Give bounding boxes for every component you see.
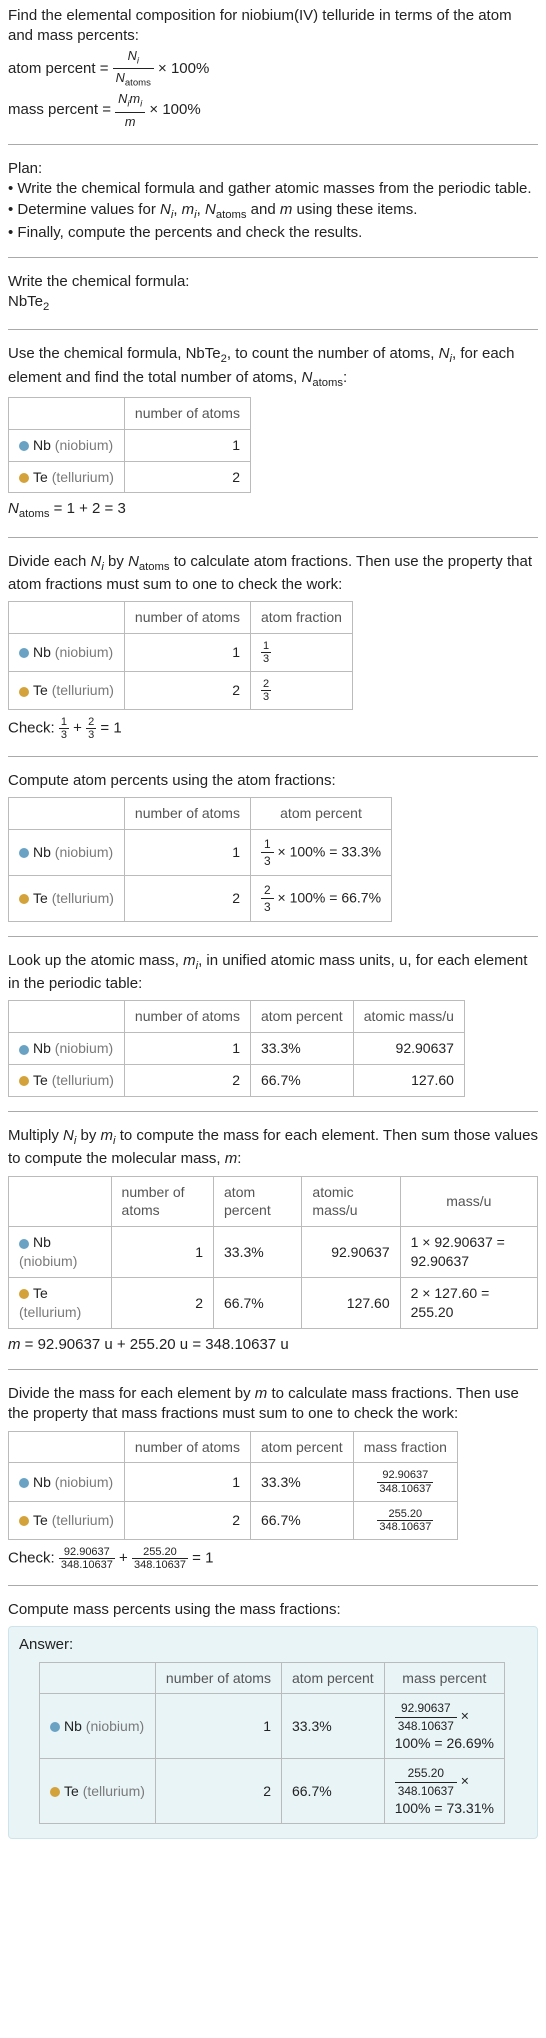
divider	[8, 537, 538, 538]
divider	[8, 144, 538, 145]
atom-percent-formula: atom percent = Ni Natoms × 100%	[8, 47, 538, 91]
color-dot-icon	[19, 648, 29, 658]
table-row: Te (tellurium)266.7%127.60	[9, 1065, 465, 1097]
divider	[8, 1111, 538, 1112]
atom-fraction-check: Check: 13 + 23 = 1	[8, 716, 538, 741]
table-row: Te (tellurium)266.7%127.602 × 127.60 = 2…	[9, 1278, 538, 1329]
divider	[8, 257, 538, 258]
answer-box: Answer: number of atomsatom percentmass …	[8, 1626, 538, 1839]
table-row: Nb (niobium)133.3%92.906371 × 92.90637 =…	[9, 1227, 538, 1278]
answer-table: number of atomsatom percentmass percent …	[39, 1662, 505, 1825]
table-row: Te (tellurium)266.7%255.20348.10637 × 10…	[40, 1759, 505, 1824]
intro-text: Find the elemental composition for niobi…	[8, 6, 538, 47]
divider	[8, 936, 538, 937]
step-formula-value: NbTe2	[8, 292, 538, 315]
divider	[8, 1585, 538, 1586]
answer-label: Answer:	[19, 1635, 527, 1655]
table-row: Nb (niobium)133.3%92.90637348.10637	[9, 1463, 458, 1501]
n-atoms-sum: Natoms = 1 + 2 = 3	[8, 499, 538, 522]
divider	[8, 1369, 538, 1370]
atom-percent-table: number of atomsatom percent Nb (niobium)…	[8, 797, 392, 922]
plan-line-3: • Finally, compute the percents and chec…	[8, 223, 538, 243]
mass-fraction-check: Check: 92.90637348.10637 + 255.20348.106…	[8, 1546, 538, 1571]
table-row: Nb (niobium)133.3%92.90637348.10637 × 10…	[40, 1694, 505, 1759]
color-dot-icon	[50, 1722, 60, 1732]
atom-count-table: number of atoms Nb (niobium)1 Te (tellur…	[8, 397, 251, 494]
color-dot-icon	[19, 1076, 29, 1086]
lookup-text: Look up the atomic mass, mi, in unified …	[8, 951, 538, 994]
table-row: Nb (niobium)1	[9, 429, 251, 461]
mass-percent-formula: mass percent = Nimi m × 100%	[8, 90, 538, 130]
table-row: Nb (niobium)113	[9, 634, 353, 672]
table-row: Te (tellurium)2	[9, 461, 251, 493]
multiply-text: Multiply Ni by mi to compute the mass fo…	[8, 1126, 538, 1169]
color-dot-icon	[19, 473, 29, 483]
plan-title: Plan:	[8, 159, 538, 179]
color-dot-icon	[19, 441, 29, 451]
atom-percent-text: Compute atom percents using the atom fra…	[8, 771, 538, 791]
mass-table: number of atomsatom percentatomic mass/u…	[8, 1176, 538, 1329]
mass-fraction-table: number of atomsatom percentmass fraction…	[8, 1431, 458, 1540]
divider	[8, 329, 538, 330]
color-dot-icon	[50, 1787, 60, 1797]
divider	[8, 756, 538, 757]
color-dot-icon	[19, 1289, 29, 1299]
color-dot-icon	[19, 1045, 29, 1055]
plan-line-2: • Determine values for Ni, mi, Natoms an…	[8, 200, 538, 223]
color-dot-icon	[19, 1516, 29, 1526]
atom-fraction-text: Divide each Ni by Natoms to calculate at…	[8, 552, 538, 595]
color-dot-icon	[19, 894, 29, 904]
mass-percent-text: Compute mass percents using the mass fra…	[8, 1600, 538, 1620]
table-row: Te (tellurium)266.7%255.20348.10637	[9, 1501, 458, 1539]
table-row: Te (tellurium)223 × 100% = 66.7%	[9, 875, 392, 921]
mass-fraction-text: Divide the mass for each element by m to…	[8, 1384, 538, 1425]
color-dot-icon	[19, 848, 29, 858]
color-dot-icon	[19, 687, 29, 697]
step-formula-title: Write the chemical formula:	[8, 272, 538, 292]
step-count-text: Use the chemical formula, NbTe2, to coun…	[8, 344, 538, 390]
color-dot-icon	[19, 1239, 29, 1249]
table-row: Nb (niobium)113 × 100% = 33.3%	[9, 829, 392, 875]
m-sum: m = 92.90637 u + 255.20 u = 348.10637 u	[8, 1335, 538, 1355]
atom-fraction-table: number of atomsatom fraction Nb (niobium…	[8, 601, 353, 710]
table-row: Nb (niobium)133.3%92.90637	[9, 1033, 465, 1065]
atomic-mass-table: number of atomsatom percentatomic mass/u…	[8, 1000, 465, 1097]
color-dot-icon	[19, 1478, 29, 1488]
plan-line-1: • Write the chemical formula and gather …	[8, 179, 538, 199]
table-row: Te (tellurium)223	[9, 672, 353, 710]
